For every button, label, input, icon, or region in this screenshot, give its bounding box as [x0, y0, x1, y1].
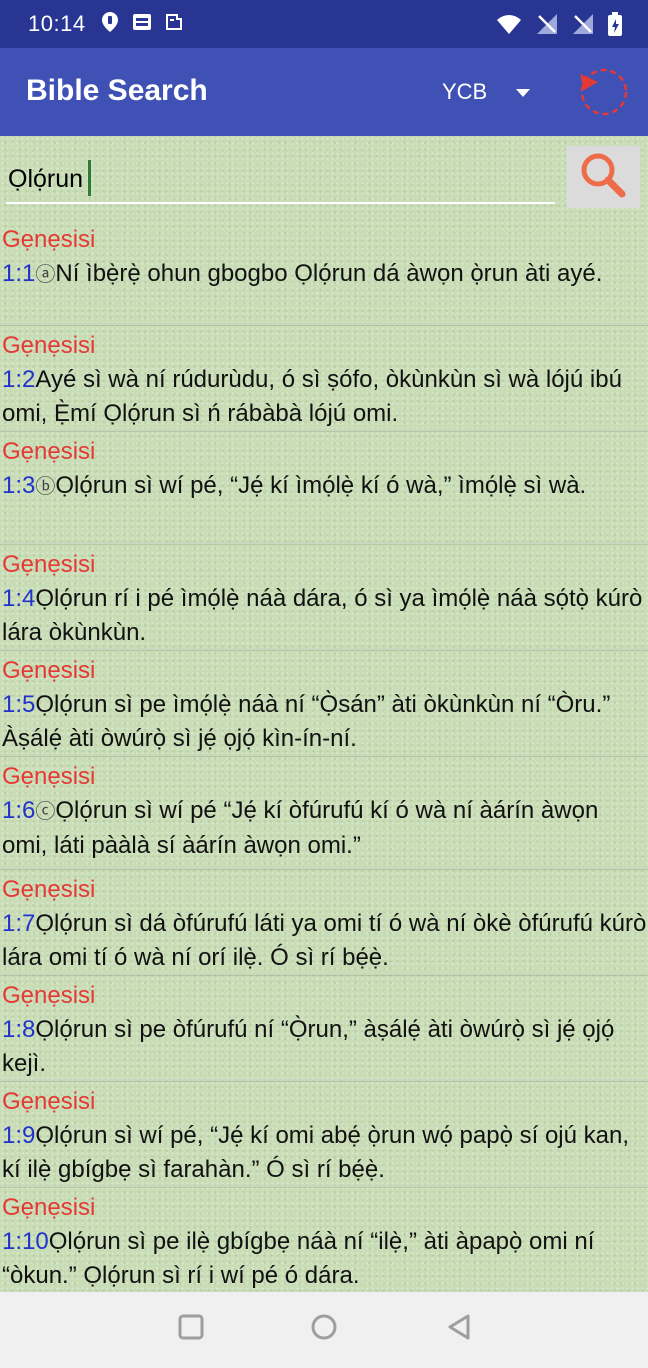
verse-reference: 1:6 — [2, 797, 36, 824]
verse-text: Ọlọ́run sì wí pé, “Jẹ́ kí omi abẹ́ ọ̀run… — [2, 1122, 630, 1183]
app-title: Bible Search — [26, 74, 208, 107]
verse-text-block: 1:9Ọlọ́run sì wí pé, “Jẹ́ kí omi abẹ́ ọ̀… — [2, 1119, 648, 1187]
list-item[interactable]: Gẹnẹsisi 1:9Ọlọ́run sì wí pé, “Jẹ́ kí omi… — [0, 1081, 648, 1187]
circle-icon — [309, 1314, 339, 1346]
list-item[interactable]: Gẹnẹsisi 1:2Ayé sì wà ní rúdurùdu, ó sì ṣ… — [0, 325, 648, 431]
book-name: Gẹnẹsisi — [2, 1088, 96, 1115]
book-name: Gẹnẹsisi — [2, 876, 96, 903]
square-icon — [176, 1314, 206, 1346]
verse-reference: 1:9 — [2, 1122, 36, 1149]
battery-icon — [608, 12, 622, 41]
verse-reference: 1:3 — [2, 472, 36, 499]
wifi-icon — [496, 13, 522, 40]
verse-reference: 1:10 — [2, 1228, 49, 1255]
list-item[interactable]: Gẹnẹsisi 1:4Ọlọ́run rí i pé ìmọ́lẹ̀ náà d… — [0, 544, 648, 650]
version-dropdown[interactable]: YCB — [432, 66, 552, 118]
book-name: Gẹnẹsisi — [2, 551, 96, 578]
status-bar: 10:14 — [0, 0, 648, 48]
search-icon — [576, 150, 630, 205]
status-time: 10:14 — [28, 11, 86, 36]
verse-text: Ọlọ́run sì pe ilẹ̀ gbígbẹ náà ní “ilẹ̀,”… — [2, 1228, 595, 1289]
home-button[interactable] — [309, 1312, 339, 1347]
book-name: Gẹnẹsisi — [2, 1194, 96, 1221]
list-item[interactable]: Gẹnẹsisi 1:1ⓐNí ìbẹ̀rẹ̀ ohun gbogbo Ọlọ́r… — [0, 219, 648, 325]
verse-reference: 1:1 — [2, 260, 36, 287]
recents-button[interactable] — [176, 1312, 206, 1347]
verse-text-block: 1:5Ọlọ́run sì pe ìmọ́lẹ̀ náà ní “Ọ̀sán” … — [2, 688, 648, 756]
list-item[interactable]: Gẹnẹsisi 1:3ⓑỌlọ́run sì wí pé, “Jẹ́ kí ìm… — [0, 431, 648, 544]
search-content: Gẹnẹsisi 1:1ⓐNí ìbẹ̀rẹ̀ ohun gbogbo Ọlọ́r… — [0, 136, 648, 1292]
results-list[interactable]: Gẹnẹsisi 1:1ⓐNí ìbẹ̀rẹ̀ ohun gbogbo Ọlọ́r… — [0, 219, 648, 1292]
list-item[interactable]: Gẹnẹsisi 1:5Ọlọ́run sì pe ìmọ́lẹ̀ náà ní … — [0, 650, 648, 756]
verse-text: Ayé sì wà ní rúdurùdu, ó sì ṣófo, òkùnkù… — [2, 366, 622, 427]
list-item[interactable]: Gẹnẹsisi 1:8Ọlọ́run sì pe òfúrufú ní “Ọ̀r… — [0, 975, 648, 1081]
list-item[interactable]: Gẹnẹsisi 1:10Ọlọ́run sì pe ilẹ̀ gbígbẹ ná… — [0, 1187, 648, 1292]
verse-text-block: 1:7Ọlọ́run sì dá òfúrufú láti ya omi tí … — [2, 907, 648, 975]
verse-reference: 1:8 — [2, 1016, 36, 1043]
back-button[interactable] — [444, 1312, 474, 1347]
triangle-back-icon — [444, 1314, 474, 1346]
verse-text-block: 1:2Ayé sì wà ní rúdurùdu, ó sì ṣófo, òkù… — [2, 363, 648, 431]
verse-text-block: 1:4Ọlọ́run rí i pé ìmọ́lẹ̀ náà dára, ó s… — [2, 582, 648, 650]
verse-text-block: 1:6ⓒỌlọ́run sì wí pé “Jẹ́ kí òfúrufú kí … — [2, 794, 648, 863]
verse-text-block: 1:3ⓑỌlọ́run sì wí pé, “Jẹ́ kí ìmọ́lẹ̀ kí… — [2, 469, 648, 504]
list-item[interactable]: Gẹnẹsisi 1:6ⓒỌlọ́run sì wí pé “Jẹ́ kí òfú… — [0, 756, 648, 869]
book-name: Gẹnẹsisi — [2, 982, 96, 1009]
footnote-marker[interactable]: ⓑ — [35, 476, 55, 498]
navigation-bar — [0, 1292, 648, 1368]
verse-text: Ní ìbẹ̀rẹ̀ ohun gbogbo Ọlọ́run dá àwọn ọ… — [55, 260, 603, 287]
sim-icon — [132, 12, 152, 37]
list-item[interactable]: Gẹnẹsisi 1:7Ọlọ́run sì dá òfúrufú láti ya… — [0, 869, 648, 975]
verse-text-block: 1:8Ọlọ́run sì pe òfúrufú ní “Ọ̀run,” àṣá… — [2, 1013, 648, 1081]
book-name: Gẹnẹsisi — [2, 438, 96, 465]
search-row — [0, 136, 648, 208]
verse-text: Ọlọ́run sì dá òfúrufú láti ya omi tí ó w… — [2, 910, 647, 971]
refresh-button[interactable] — [574, 64, 634, 120]
search-button[interactable] — [566, 146, 640, 208]
footnote-marker[interactable]: ⓐ — [35, 264, 55, 286]
footnote-marker[interactable]: ⓒ — [35, 801, 55, 823]
verse-text: Ọlọ́run sì wí pé “Jẹ́ kí òfúrufú kí ó wà… — [2, 797, 599, 859]
status-system-icons — [496, 12, 622, 41]
text-cursor — [88, 160, 91, 196]
verse-text: Ọlọ́run sì pe ìmọ́lẹ̀ náà ní “Ọ̀sán” àti… — [2, 691, 611, 752]
verse-text: Ọlọ́run sì wí pé, “Jẹ́ kí ìmọ́lẹ̀ kí ó w… — [55, 472, 587, 499]
book-name: Gẹnẹsisi — [2, 332, 96, 359]
book-name: Gẹnẹsisi — [2, 763, 96, 790]
chevron-down-icon — [514, 86, 532, 104]
no-signal-icon — [572, 13, 594, 40]
search-underline — [6, 202, 555, 204]
book-name: Gẹnẹsisi — [2, 226, 96, 253]
verse-reference: 1:2 — [2, 366, 36, 393]
verse-reference: 1:7 — [2, 910, 36, 937]
location-icon — [100, 11, 120, 38]
book-name: Gẹnẹsisi — [2, 657, 96, 684]
version-label: YCB — [442, 79, 488, 104]
verse-text: Ọlọ́run rí i pé ìmọ́lẹ̀ náà dára, ó sì y… — [2, 585, 643, 646]
status-notification-icons — [100, 11, 184, 38]
verse-reference: 1:5 — [2, 691, 36, 718]
verse-reference: 1:4 — [2, 585, 36, 612]
verse-text: Ọlọ́run sì pe òfúrufú ní “Ọ̀run,” àṣálẹ́… — [2, 1016, 615, 1077]
verse-text-block: 1:1ⓐNí ìbẹ̀rẹ̀ ohun gbogbo Ọlọ́run dá àw… — [2, 257, 648, 292]
news-icon — [164, 12, 184, 37]
app-bar: Bible Search YCB — [0, 48, 648, 136]
no-signal-icon — [536, 13, 558, 40]
verse-text-block: 1:10Ọlọ́run sì pe ilẹ̀ gbígbẹ náà ní “il… — [2, 1225, 648, 1292]
refresh-icon — [574, 68, 634, 124]
